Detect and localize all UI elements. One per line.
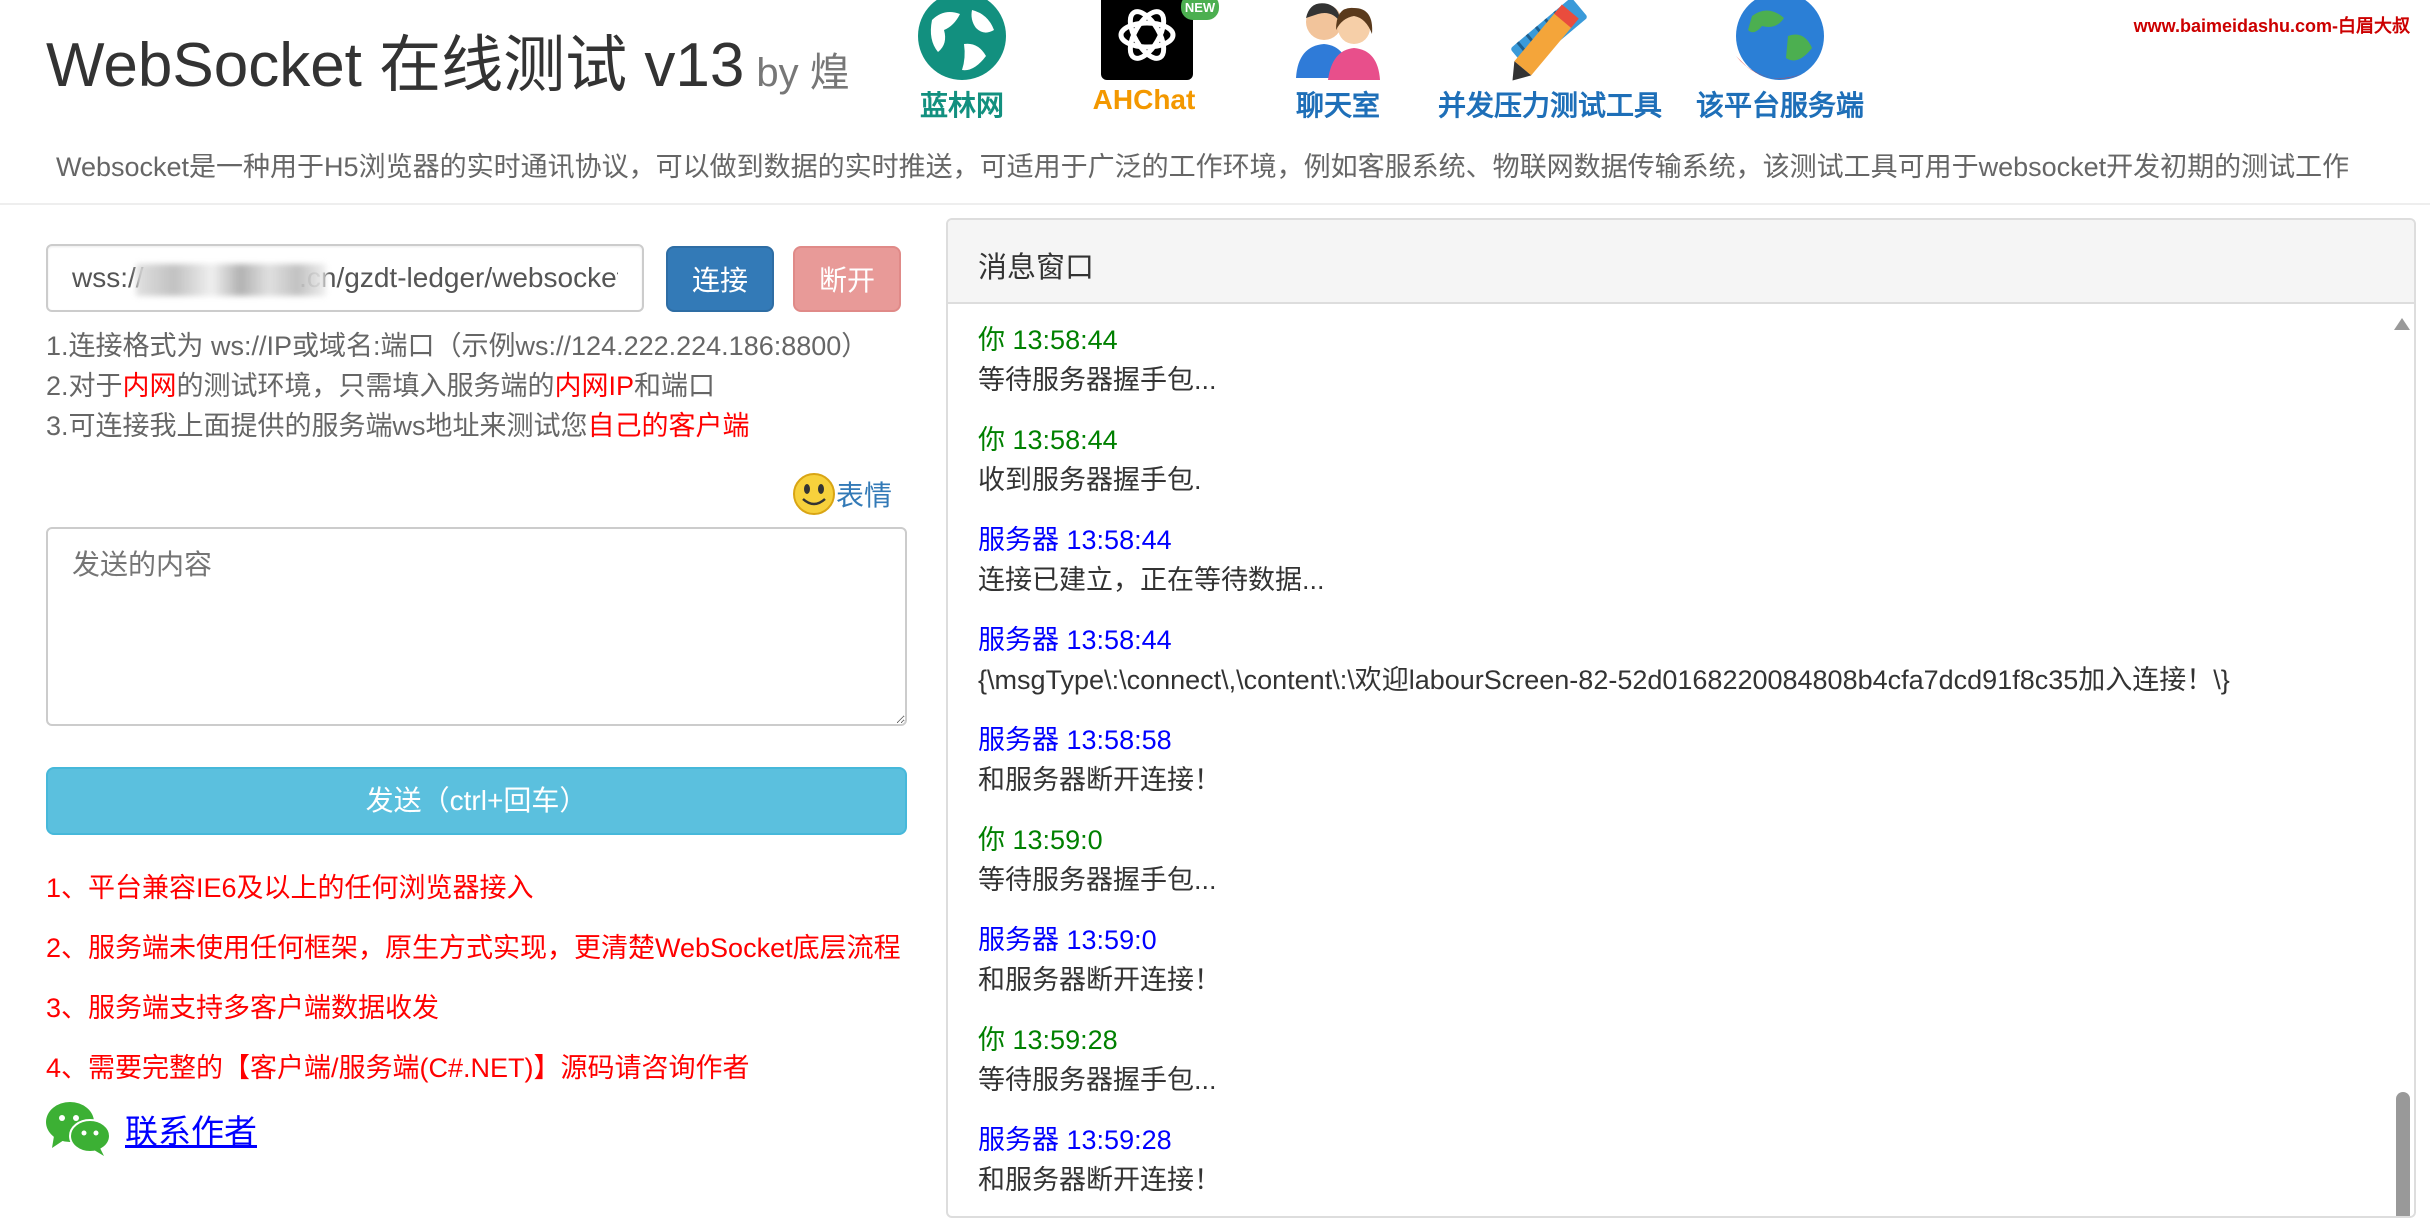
message-text: 和服务器断开连接！ <box>978 765 1221 795</box>
message-text: 和服务器断开连接！ <box>978 965 1221 995</box>
panel-header: 消息窗口 <box>948 220 2414 304</box>
panel-title: 消息窗口 <box>978 252 1095 284</box>
message-meta: 你 13:58:44 <box>978 320 2358 360</box>
message-time: 13:58:44 <box>1066 525 1172 555</box>
message-sender: 服务器 <box>978 925 1059 955</box>
message-sender: 服务器 <box>978 625 1059 655</box>
earth-icon <box>1736 0 1824 80</box>
redacted-host <box>136 264 326 296</box>
nav-label: 该平台服务端 <box>1695 90 1864 121</box>
message-text: 等待服务器握手包... <box>978 1065 1217 1095</box>
openai-icon: NEW <box>1101 0 1219 80</box>
tip-2: 2.对于内网的测试环境，只需填入服务端的内网IP和端口 <box>46 364 715 403</box>
message-item: 服务器 13:59:28 和服务器断开连接！ <box>978 1120 2358 1216</box>
nav-item-server[interactable]: 该平台服务端 <box>1670 0 1890 124</box>
contact-author-link[interactable]: 联系作者 <box>125 1105 257 1153</box>
scroll-up-arrow-icon[interactable] <box>2394 318 2410 330</box>
message-sender: 你 <box>978 825 1005 855</box>
message-meta: 你 13:59:28 <box>978 1020 2358 1060</box>
nav-item-chatroom[interactable]: 聊天室 <box>1228 0 1448 124</box>
message-time: 13:59:28 <box>1066 1125 1172 1155</box>
message-text: 等待服务器握手包... <box>978 865 1217 895</box>
divider <box>0 203 2430 205</box>
tip-text: 3.可连接我上面提供的服务端ws地址来测试您 <box>46 411 588 441</box>
message-meta: 服务器 13:58:44 <box>978 520 2358 560</box>
message-panel: 消息窗口 你 13:58:44 等待服务器握手包... 你 13:58:44 收… <box>946 218 2416 1218</box>
tip-highlight: 自己的客户端 <box>587 411 750 441</box>
message-item: 你 13:58:44 等待服务器握手包... <box>978 320 2358 420</box>
message-time: 13:58:44 <box>1066 625 1172 655</box>
emoji-button[interactable]: 表情 <box>792 472 892 518</box>
feature-note: 1、平台兼容IE6及以上的任何浏览器接入 <box>46 873 534 903</box>
message-time: 13:58:58 <box>1066 725 1172 755</box>
tip-1: 1.连接格式为 ws://IP或域名:端口（示例ws://124.222.224… <box>46 331 869 361</box>
message-text: 收到服务器握手包. <box>978 465 1202 495</box>
message-item: 你 13:59:0 等待服务器握手包... <box>978 820 2358 920</box>
nav-label: AHChat <box>1092 84 1196 115</box>
message-item: 服务器 13:58:58 和服务器断开连接！ <box>978 720 2358 820</box>
message-item: 你 13:58:44 收到服务器握手包. <box>978 420 2358 520</box>
message-meta: 你 13:58:44 <box>978 420 2358 460</box>
page-title: WebSocket 在线测试 v13 by 煌 <box>46 14 850 104</box>
message-item: 服务器 13:58:44 {\msgType\:\connect\,\conte… <box>978 620 2358 720</box>
message-time: 13:58:44 <box>1012 325 1118 355</box>
title-text: WebSocket 在线测试 v13 <box>46 31 745 100</box>
message-sender: 你 <box>978 1025 1005 1055</box>
feature-note: 4、需要完整的【客户端/服务端(C#.NET)】源码请咨询作者 <box>46 1053 750 1083</box>
message-time: 13:59:0 <box>1012 825 1103 855</box>
message-meta: 服务器 13:59:0 <box>978 920 2358 960</box>
title-author: by 煌 <box>756 51 850 95</box>
message-text: 等待服务器握手包... <box>978 365 1217 395</box>
message-sender: 服务器 <box>978 725 1059 755</box>
message-item: 服务器 13:59:0 和服务器断开连接！ <box>978 920 2358 1020</box>
users-icon <box>1296 3 1380 80</box>
message-text: {\msgType\:\connect\,\content\:\欢迎labour… <box>978 665 2230 695</box>
disconnect-button[interactable]: 断开 <box>793 246 901 312</box>
message-meta: 你 13:59:0 <box>978 820 2358 860</box>
smiley-icon <box>793 473 835 515</box>
message-list: 你 13:58:44 等待服务器握手包... 你 13:58:44 收到服务器握… <box>978 320 2358 1216</box>
nav-item-ahchat[interactable]: NEW AHChat <box>1034 0 1254 116</box>
tip-3: 3.可连接我上面提供的服务端ws地址来测试您自己的客户端 <box>46 404 750 443</box>
nav-item-stress-test[interactable]: 并发压力测试工具 <box>1438 0 1663 124</box>
message-time: 13:58:44 <box>1012 425 1118 455</box>
message-time: 13:59:0 <box>1066 925 1157 955</box>
tip-text: 和端口 <box>634 371 716 401</box>
message-item: 服务器 13:58:44 连接已建立，正在等待数据... <box>978 520 2358 620</box>
message-input[interactable] <box>46 527 907 726</box>
tip-highlight: 内网 <box>122 371 177 401</box>
globe-icon <box>918 0 1006 80</box>
connect-button[interactable]: 连接 <box>666 246 774 312</box>
message-sender: 服务器 <box>978 1125 1059 1155</box>
send-button[interactable]: 发送（ctrl+回车） <box>46 767 907 835</box>
pencil-ruler-icon <box>1511 0 1587 81</box>
feature-note: 3、服务端支持多客户端数据收发 <box>46 993 440 1023</box>
watermark: www.baimeidashu.com-白眉大叔 <box>2133 16 2410 36</box>
tip-highlight: 内网IP <box>554 371 635 401</box>
emoji-label: 表情 <box>836 480 893 511</box>
feature-note: 2、服务端未使用任何框架，原生方式实现，更清楚WebSocket底层流程 <box>46 933 901 963</box>
tip-text: 的测试环境，只需填入服务端的 <box>176 371 555 401</box>
scrollbar-thumb[interactable] <box>2396 1092 2410 1216</box>
message-time: 13:59:28 <box>1012 1025 1118 1055</box>
message-meta: 服务器 13:58:44 <box>978 620 2358 660</box>
nav-label: 并发压力测试工具 <box>1438 90 1663 121</box>
intro-text: Websocket是一种用于H5浏览器的实时通讯协议，可以做到数据的实时推送，可… <box>56 152 2350 182</box>
message-meta: 服务器 13:59:28 <box>978 1120 2358 1160</box>
message-item: 你 13:59:28 等待服务器握手包... <box>978 1020 2358 1120</box>
wechat-icon <box>46 1102 111 1156</box>
message-sender: 你 <box>978 425 1005 455</box>
message-meta: 服务器 13:58:58 <box>978 720 2358 760</box>
message-sender: 你 <box>978 325 1005 355</box>
scrollbar[interactable] <box>2390 304 2414 1216</box>
message-sender: 服务器 <box>978 525 1059 555</box>
nav-label: 聊天室 <box>1295 90 1380 121</box>
tip-text: 2.对于 <box>46 371 123 401</box>
message-text: 连接已建立，正在等待数据... <box>978 565 1325 595</box>
message-text: 和服务器断开连接！ <box>978 1165 1221 1195</box>
new-badge: NEW <box>1185 0 1216 15</box>
